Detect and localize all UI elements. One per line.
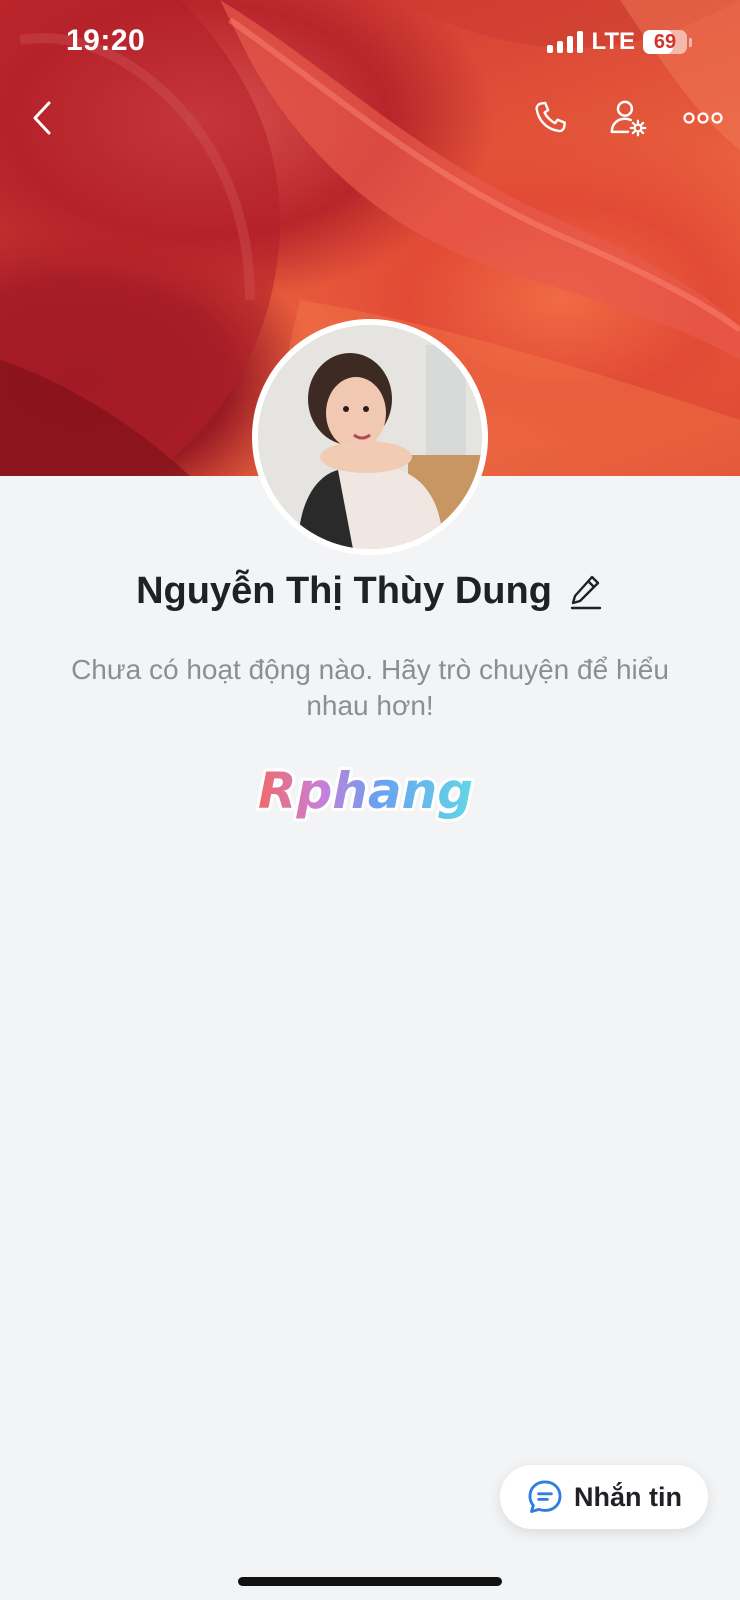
avatar-photo (258, 325, 482, 549)
user-settings-icon (610, 100, 647, 137)
profile-name: Nguyễn Thị Thùy Dung (136, 570, 552, 612)
status-time: 19:20 (66, 24, 146, 57)
edit-name-button[interactable] (568, 572, 604, 612)
battery-cap (689, 37, 692, 47)
avatar[interactable] (252, 319, 488, 555)
profile-settings-button[interactable] (604, 96, 652, 140)
home-indicator[interactable] (238, 1577, 502, 1586)
signal-icon (547, 31, 584, 53)
phone-icon (535, 101, 566, 133)
call-button[interactable] (528, 96, 572, 140)
message-button[interactable]: Nhắn tin (500, 1465, 708, 1529)
chat-bubble-icon (528, 1480, 562, 1513)
watermark-logo: Rphang Rphang (255, 759, 486, 826)
more-options-button[interactable] (680, 100, 726, 136)
watermark-logo-art: Rphang Rphang (255, 759, 476, 823)
message-button-label: Nhắn tin (574, 1481, 682, 1512)
status-indicators: LTE 69 (547, 28, 692, 56)
profile-screen: 19:20 LTE 69 Nguyễn Thị Thùy Dung Chưa c… (0, 0, 740, 1600)
svg-text:Rphang: Rphang (258, 762, 473, 820)
battery-level: 69 (653, 30, 677, 53)
chevron-left-icon (33, 101, 51, 135)
back-button[interactable] (22, 96, 62, 140)
network-type: LTE (591, 28, 635, 55)
profile-name-row: Nguyễn Thị Thùy Dung (0, 570, 740, 613)
activity-empty-text: Chưa có hoạt động nào. Hãy trò chuyện để… (71, 654, 669, 721)
pencil-icon (570, 575, 602, 609)
battery-icon: 69 (643, 30, 687, 54)
more-horizontal-icon (683, 112, 723, 124)
